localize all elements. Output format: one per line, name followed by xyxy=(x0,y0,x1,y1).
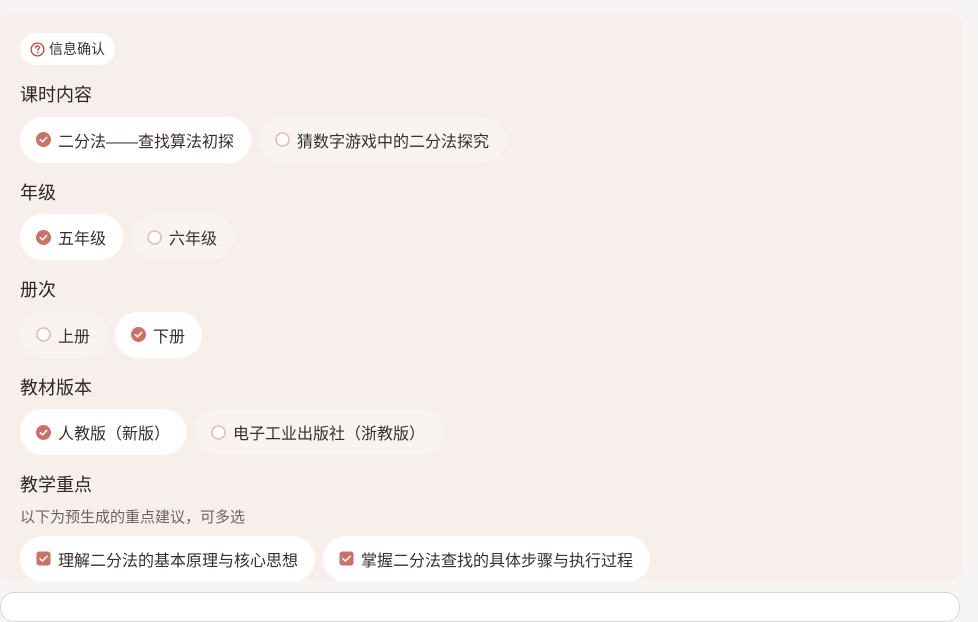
volume-option-1[interactable]: 下册 xyxy=(115,311,203,358)
radio-unchecked-icon xyxy=(275,132,290,147)
radio-checked-icon xyxy=(36,424,51,440)
radio-unchecked-icon xyxy=(36,327,51,343)
edition-option-label: 电子工业出版社（浙教版） xyxy=(233,426,426,444)
chat-input-box[interactable] xyxy=(0,592,960,622)
radio-unchecked-icon xyxy=(211,425,226,440)
grade-option-label: 六年级 xyxy=(169,231,218,249)
grade-options: 五年级 六年级 xyxy=(20,214,942,261)
focus-option-label: 理解二分法的基本原理与核心思想 xyxy=(58,552,299,570)
lesson-option-label: 猜数字游戏中的二分法探究 xyxy=(297,133,490,151)
lesson-option-label: 二分法——查找算法初探 xyxy=(58,133,235,151)
section-title-grade: 年级 xyxy=(20,182,56,203)
section-title-lesson: 课时内容 xyxy=(20,85,92,105)
focus-options: 理解二分法的基本原理与核心思想 掌握二分法查找的具体步骤与执行过程 xyxy=(20,535,942,582)
section-title-focus: 教学重点 xyxy=(20,475,92,496)
volume-options: 上册 下册 xyxy=(20,311,942,358)
focus-option-label: 掌握二分法查找的具体步骤与执行过程 xyxy=(361,552,634,570)
radio-checked-icon xyxy=(36,132,51,148)
grade-option-1[interactable]: 六年级 xyxy=(131,214,235,261)
section-title-edition: 教材版本 xyxy=(20,377,92,398)
badge-label: 信息确认 xyxy=(49,41,105,57)
radio-unchecked-icon xyxy=(147,229,162,245)
radio-checked-icon xyxy=(36,229,51,245)
lesson-option-0[interactable]: 二分法——查找算法初探 xyxy=(20,116,252,163)
volume-option-0[interactable]: 上册 xyxy=(20,311,108,358)
focus-option-0[interactable]: 理解二分法的基本原理与核心思想 xyxy=(20,535,316,582)
grade-option-label: 五年级 xyxy=(58,231,107,249)
info-confirm-panel: 信息确认 课时内容 二分法——查找算法初探 猜数字游戏中的二分法探究 年级 五年… xyxy=(0,13,962,582)
section-title-volume: 册次 xyxy=(20,280,56,301)
edition-option-1[interactable]: 电子工业出版社（浙教版） xyxy=(195,409,443,456)
radio-checked-icon xyxy=(131,327,147,343)
info-confirm-badge: 信息确认 xyxy=(20,33,115,65)
focus-hint: 以下为预生成的重点建议，可多选 xyxy=(20,508,246,526)
edition-option-label: 人教版（新版） xyxy=(58,426,171,444)
grade-option-0[interactable]: 五年级 xyxy=(20,214,124,261)
question-circle-icon xyxy=(30,41,45,57)
edition-options: 人教版（新版） 电子工业出版社（浙教版） xyxy=(20,409,942,456)
volume-option-label: 下册 xyxy=(153,328,186,346)
edition-option-0[interactable]: 人教版（新版） xyxy=(20,409,188,456)
focus-option-1[interactable]: 掌握二分法查找的具体步骤与执行过程 xyxy=(323,535,651,582)
checkbox-checked-icon xyxy=(339,551,354,566)
volume-option-label: 上册 xyxy=(58,328,91,346)
lesson-options: 二分法——查找算法初探 猜数字游戏中的二分法探究 xyxy=(20,116,942,163)
lesson-option-1[interactable]: 猜数字游戏中的二分法探究 xyxy=(259,116,507,163)
checkbox-checked-icon xyxy=(36,551,51,566)
